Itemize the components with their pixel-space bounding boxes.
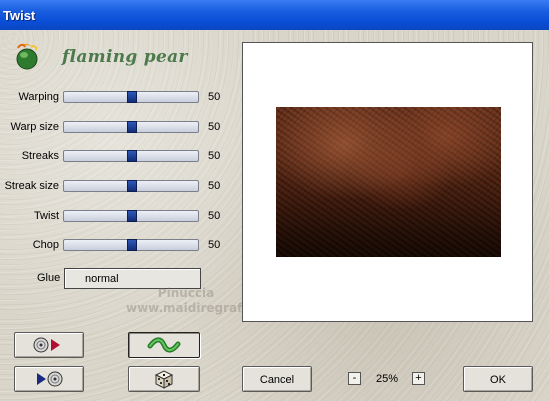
- param-label: Chop: [32, 239, 59, 251]
- param-slider[interactable]: [63, 150, 199, 162]
- load-preset-button[interactable]: [14, 332, 84, 358]
- preview-toggle-button[interactable]: [128, 332, 200, 358]
- watermark-line-2: www.maidiregrafica.eu: [126, 301, 283, 315]
- param-value: 50: [208, 91, 221, 103]
- param-value: 50: [208, 121, 221, 133]
- twist-dialog: Twist flaming pear Warping 50 Warp size 50 S…: [0, 0, 549, 401]
- green-wave-icon: [147, 337, 181, 353]
- cancel-button[interactable]: Cancel: [242, 366, 312, 392]
- param-row: Warping 50: [0, 88, 230, 108]
- zoom-out-button[interactable]: -: [348, 372, 361, 385]
- dice-icon: [154, 370, 174, 389]
- save-preset-button[interactable]: [14, 366, 84, 392]
- slider-thumb[interactable]: [127, 180, 137, 192]
- window-title: Twist: [3, 8, 36, 23]
- dialog-body: flaming pear Warping 50 Warp size 50 Streaks…: [0, 30, 549, 401]
- watermark: Pinuccia www.maidiregrafica.eu: [126, 286, 283, 316]
- slider-thumb[interactable]: [127, 150, 137, 162]
- param-row: Streaks 50: [0, 147, 230, 167]
- param-row: Streak size 50: [0, 177, 230, 197]
- param-label: Warp size: [10, 121, 60, 133]
- slider-thumb[interactable]: [127, 91, 137, 103]
- param-slider[interactable]: [63, 180, 199, 192]
- brand-name: flaming pear: [62, 47, 188, 67]
- title-bar[interactable]: Twist: [0, 0, 549, 30]
- param-label: Twist: [33, 210, 59, 222]
- param-value: 50: [208, 150, 221, 162]
- slider-thumb[interactable]: [127, 210, 137, 222]
- flaming-pear-logo-icon: [16, 43, 38, 70]
- watermark-line-1: Pinuccia: [157, 286, 215, 300]
- param-label: Warping: [18, 91, 59, 103]
- param-row: Chop 50: [0, 236, 230, 256]
- zoom-in-button[interactable]: +: [412, 372, 425, 385]
- preview-image[interactable]: [276, 107, 501, 257]
- ok-button[interactable]: OK: [463, 366, 533, 392]
- disc-save-icon: [37, 371, 63, 387]
- param-value: 50: [208, 180, 221, 192]
- param-value: 50: [208, 239, 221, 251]
- param-row: Warp size 50: [0, 118, 230, 138]
- param-value: 50: [208, 210, 221, 222]
- slider-thumb[interactable]: [127, 239, 137, 251]
- param-label: Streak size: [4, 180, 59, 192]
- param-slider[interactable]: [63, 210, 199, 222]
- slider-thumb[interactable]: [127, 121, 137, 133]
- param-row: Twist 50: [0, 207, 230, 227]
- param-slider[interactable]: [63, 121, 199, 133]
- zoom-level: 25%: [376, 373, 399, 385]
- disc-load-icon: [33, 337, 60, 353]
- param-slider[interactable]: [63, 91, 199, 103]
- random-button[interactable]: [128, 366, 200, 392]
- glue-label: Glue: [37, 272, 61, 284]
- param-slider[interactable]: [63, 239, 199, 251]
- param-label: Streaks: [21, 150, 59, 162]
- preview-frame[interactable]: [242, 42, 533, 322]
